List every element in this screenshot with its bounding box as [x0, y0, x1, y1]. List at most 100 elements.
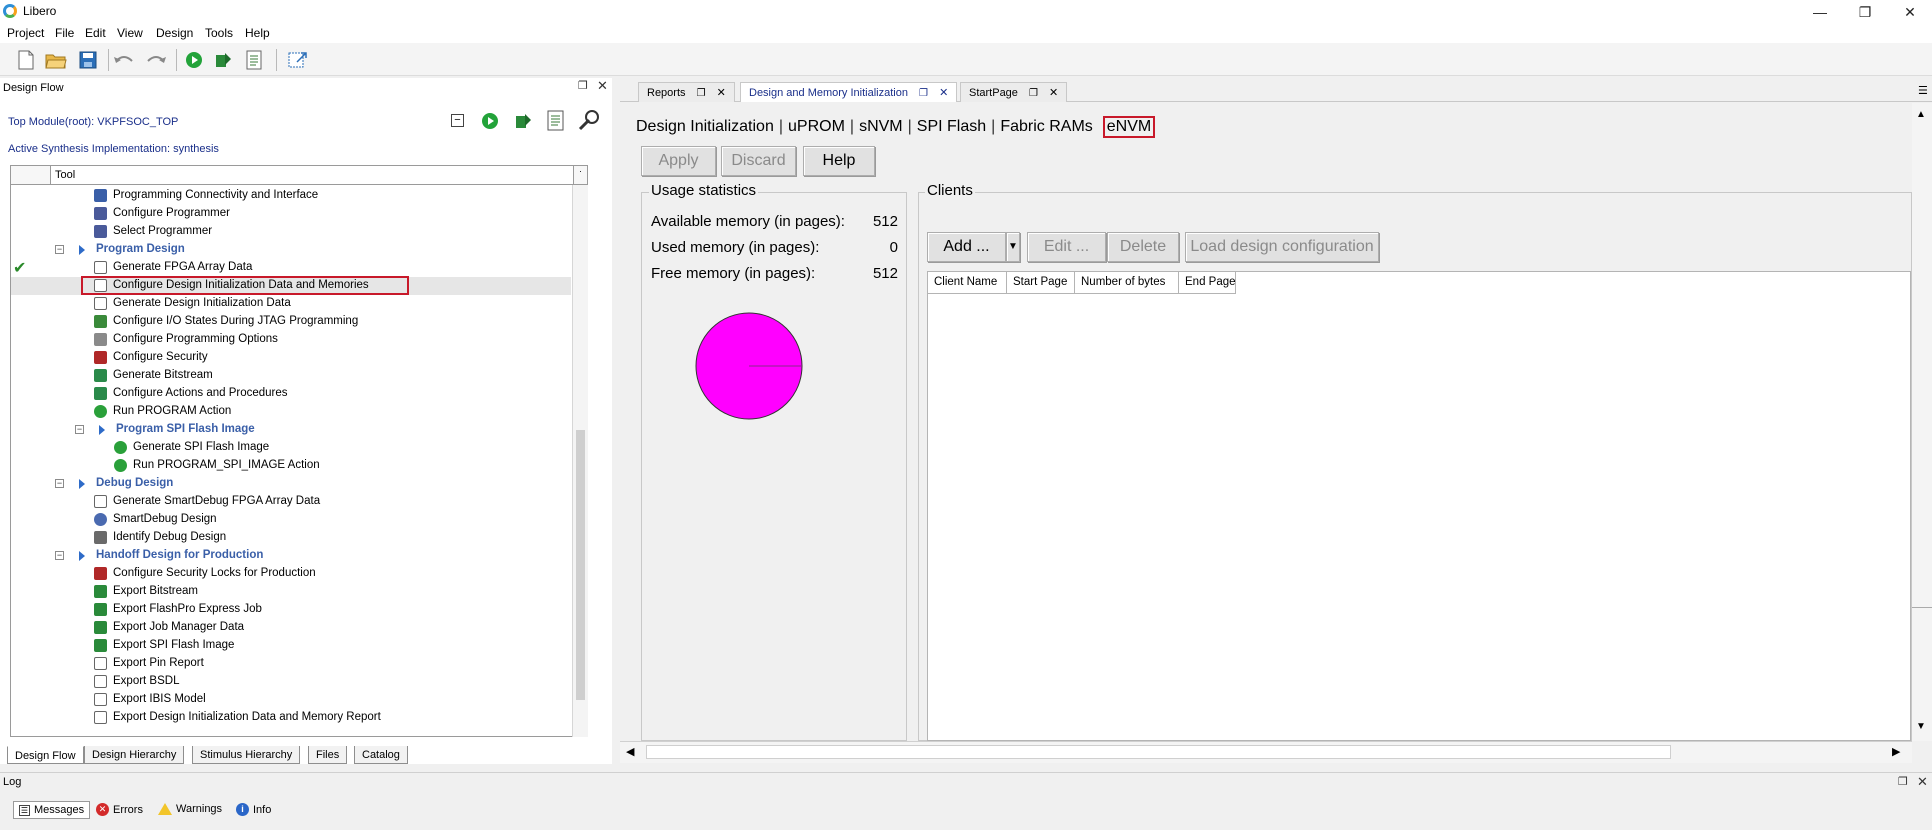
subnav-snvm[interactable]: sNVM: [859, 118, 903, 136]
horizontal-scroll-thumb[interactable]: [646, 745, 1671, 759]
float-panel-icon[interactable]: ❐: [578, 79, 588, 92]
tab-design-memory-init[interactable]: Design and Memory Initialization ❐ ✕: [740, 82, 958, 102]
menu-help[interactable]: Help: [245, 26, 270, 40]
tab-startpage[interactable]: StartPage ❐ ✕: [960, 82, 1068, 102]
tool-settings-icon[interactable]: [578, 109, 600, 134]
report-flow-icon[interactable]: [547, 110, 565, 135]
tree-item[interactable]: Run PROGRAM Action: [11, 403, 571, 421]
close-icon[interactable]: ✕: [1895, 2, 1925, 22]
new-file-icon[interactable]: [14, 48, 38, 72]
menu-design[interactable]: Design: [156, 26, 193, 40]
tree-item[interactable]: Configure Programmer: [11, 205, 571, 223]
close-tab-icon[interactable]: ✕: [939, 87, 948, 99]
save-icon[interactable]: [76, 48, 100, 72]
run-flow-icon[interactable]: [481, 112, 499, 133]
tab-design-hierarchy[interactable]: Design Hierarchy: [84, 746, 185, 764]
tree-group[interactable]: − Program SPI Flash Image: [11, 421, 571, 439]
close-tab-icon[interactable]: ✕: [717, 87, 726, 99]
float-tab-icon[interactable]: ❐: [1029, 88, 1038, 99]
add-dropdown-icon[interactable]: ▼: [1006, 232, 1020, 262]
tree-item[interactable]: Configure Actions and Procedures: [11, 385, 571, 403]
tree-item[interactable]: Configure Security: [11, 349, 571, 367]
float-tab-icon[interactable]: ❐: [919, 88, 928, 99]
undo-icon[interactable]: [112, 48, 136, 72]
view-horizontal-scrollbar[interactable]: ◀ ▶: [620, 741, 1912, 763]
float-tab-icon[interactable]: ❐: [697, 88, 706, 99]
tree-item[interactable]: Export SPI Flash Image: [11, 637, 571, 655]
log-tab-errors[interactable]: ✕ Errors: [96, 803, 143, 816]
restore-icon[interactable]: ❐: [1850, 2, 1880, 22]
tab-stimulus-hierarchy[interactable]: Stimulus Hierarchy: [192, 746, 301, 764]
tab-menu-icon[interactable]: ☰: [1918, 84, 1928, 97]
log-tab-messages[interactable]: ☰ Messages: [13, 801, 91, 819]
tree-item[interactable]: Export Bitstream: [11, 583, 571, 601]
scroll-right-icon[interactable]: ▶: [1892, 745, 1900, 758]
subnav-fabric-rams[interactable]: Fabric RAMs: [1000, 118, 1092, 136]
minimize-icon[interactable]: —: [1805, 2, 1835, 22]
tree-item[interactable]: Generate SPI Flash Image: [11, 439, 571, 457]
edit-client-button[interactable]: Edit ...: [1027, 232, 1106, 262]
collapse-node-icon[interactable]: −: [55, 479, 64, 488]
build-icon[interactable]: [212, 48, 236, 72]
tree-item[interactable]: Configure Design Initialization Data and…: [11, 276, 571, 295]
configure-icon[interactable]: [286, 48, 310, 72]
tree-item[interactable]: Configure Programming Options: [11, 331, 571, 349]
collapse-node-icon[interactable]: −: [55, 551, 64, 560]
tab-catalog[interactable]: Catalog: [354, 746, 408, 764]
close-tab-icon[interactable]: ✕: [1049, 87, 1058, 99]
tree-item[interactable]: Configure Security Locks for Production: [11, 565, 571, 583]
tab-reports[interactable]: Reports ❐ ✕: [638, 82, 735, 102]
tree-group[interactable]: − Program Design: [11, 241, 571, 259]
load-design-configuration-button[interactable]: Load design configuration: [1185, 232, 1379, 262]
tree-scrollbar[interactable]: [572, 185, 588, 737]
subnav-design-initialization[interactable]: Design Initialization: [636, 118, 774, 136]
tree-item[interactable]: Generate Design Initialization Data: [11, 295, 571, 313]
scroll-up-icon[interactable]: ▲: [1916, 109, 1926, 120]
tree-item[interactable]: Configure I/O States During JTAG Program…: [11, 313, 571, 331]
log-tab-info[interactable]: i Info: [236, 803, 271, 816]
tree-group[interactable]: − Handoff Design for Production: [11, 547, 571, 565]
float-log-icon[interactable]: ❐: [1898, 775, 1908, 788]
tree-item[interactable]: Export Pin Report: [11, 655, 571, 673]
run-icon[interactable]: [182, 48, 206, 72]
tree-item[interactable]: Export BSDL: [11, 673, 571, 691]
add-client-button[interactable]: Add ...: [927, 232, 1006, 262]
column-client-name[interactable]: Client Name: [928, 272, 1007, 294]
subnav-spi-flash[interactable]: SPI Flash: [917, 118, 986, 136]
column-start-page[interactable]: Start Page: [1007, 272, 1075, 294]
discard-button[interactable]: Discard: [721, 146, 796, 176]
tree-item[interactable]: SmartDebug Design: [11, 511, 571, 529]
close-panel-icon[interactable]: ✕: [597, 78, 608, 94]
tree-item[interactable]: Programming Connectivity and Interface: [11, 187, 571, 205]
tree-item[interactable]: Export Design Initialization Data and Me…: [11, 709, 571, 727]
collapse-all-icon[interactable]: −: [451, 114, 464, 127]
column-end-page[interactable]: End Page: [1179, 272, 1236, 294]
tree-group[interactable]: − Debug Design: [11, 475, 571, 493]
close-log-icon[interactable]: ✕: [1917, 774, 1928, 790]
menu-project[interactable]: Project: [7, 26, 44, 40]
apply-button[interactable]: Apply: [641, 146, 716, 176]
subnav-uprom[interactable]: uPROM: [788, 118, 845, 136]
menu-edit[interactable]: Edit: [85, 26, 106, 40]
subnav-envm[interactable]: eNVM: [1102, 116, 1156, 138]
column-number-of-bytes[interactable]: Number of bytes: [1075, 272, 1179, 294]
help-button[interactable]: Help: [803, 146, 875, 176]
tab-design-flow[interactable]: Design Flow: [7, 746, 84, 764]
tree-item[interactable]: Generate SmartDebug FPGA Array Data: [11, 493, 571, 511]
build-flow-icon[interactable]: [515, 112, 533, 133]
tree-item[interactable]: ✔ Generate FPGA Array Data: [11, 259, 571, 277]
tree-item[interactable]: Export Job Manager Data: [11, 619, 571, 637]
tree-item[interactable]: Export FlashPro Express Job: [11, 601, 571, 619]
collapse-node-icon[interactable]: −: [75, 425, 84, 434]
scroll-left-icon[interactable]: ◀: [626, 745, 634, 758]
report-icon[interactable]: [242, 48, 266, 72]
collapse-node-icon[interactable]: −: [55, 245, 64, 254]
scroll-down-icon[interactable]: ▼: [1916, 721, 1926, 732]
tree-item[interactable]: Select Programmer: [11, 223, 571, 241]
delete-client-button[interactable]: Delete: [1107, 232, 1179, 262]
tree-item[interactable]: Generate Bitstream: [11, 367, 571, 385]
view-vertical-scrollbar[interactable]: ▲ ▼: [1912, 103, 1932, 741]
tab-files[interactable]: Files: [308, 746, 348, 764]
log-tab-warnings[interactable]: Warnings: [158, 803, 222, 815]
menu-file[interactable]: File: [55, 26, 74, 40]
